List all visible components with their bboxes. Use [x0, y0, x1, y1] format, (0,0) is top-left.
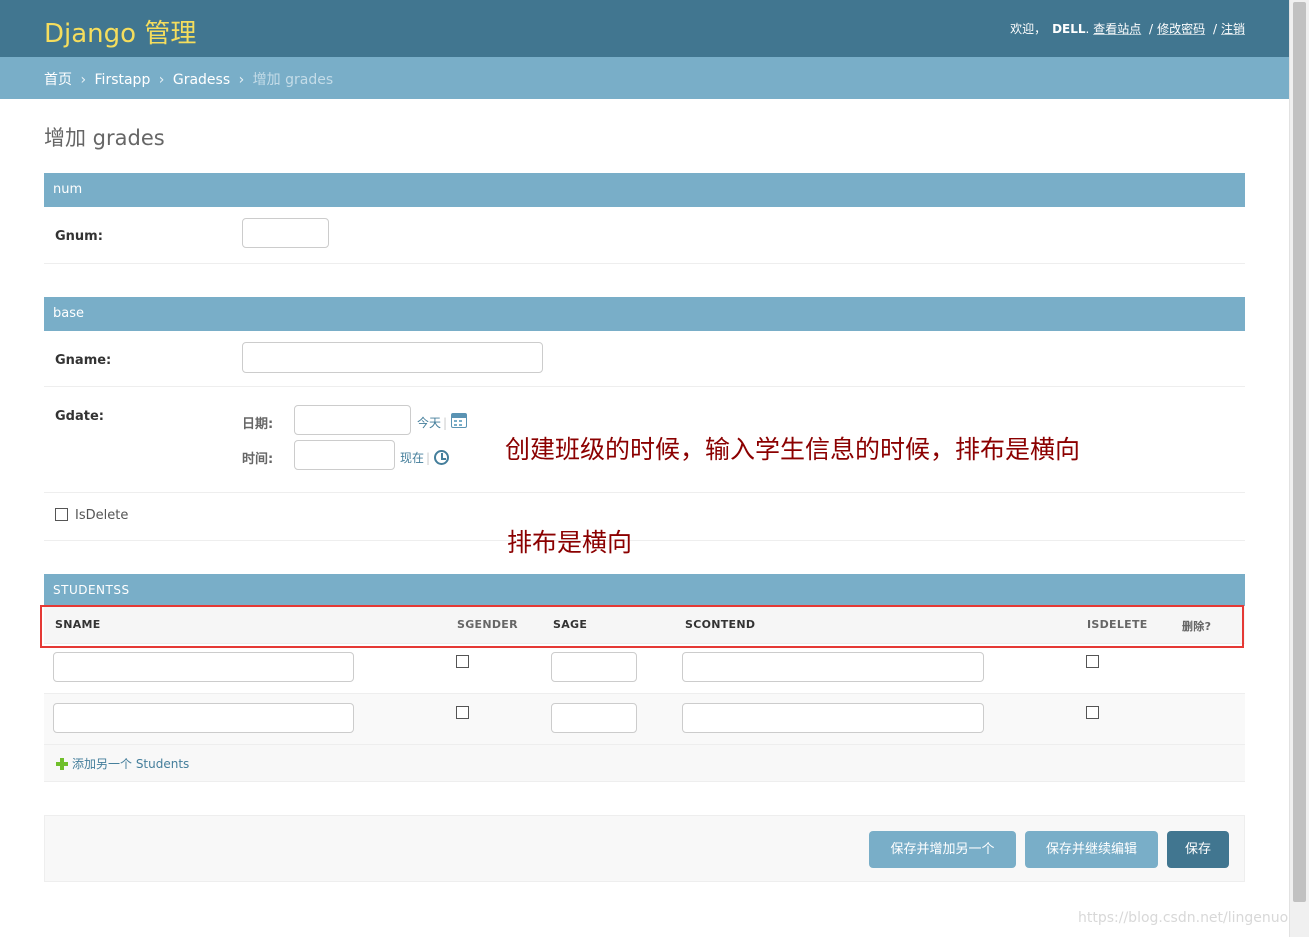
row-divider	[44, 492, 1245, 493]
watermark: https://blog.csdn.net/lingenuou	[1078, 910, 1298, 926]
save-button[interactable]: 保存	[1167, 831, 1229, 868]
breadcrumb: 首页 › Firstapp › Gradess › 增加 grades	[0, 57, 1289, 99]
time-input[interactable]	[294, 440, 395, 470]
submit-row: 保存并增加另一个 保存并继续编辑 保存	[44, 815, 1245, 882]
user-tools: 欢迎， DELL. 查看站点 / 修改密码 / 注销	[1010, 20, 1245, 37]
view-site-link[interactable]: 查看站点	[1093, 22, 1141, 36]
date-label: 日期:	[242, 417, 274, 432]
gname-label: Gname:	[55, 353, 112, 368]
annotation-secondary: 排布是横向	[507, 528, 633, 557]
table-row	[44, 643, 1245, 694]
scontend-input[interactable]	[682, 703, 984, 733]
breadcrumb-separator: ›	[238, 72, 245, 88]
shortcut-separator: |	[443, 416, 448, 430]
save-and-continue-button[interactable]: 保存并继续编辑	[1025, 831, 1158, 868]
time-label: 时间:	[242, 452, 274, 467]
site-branding[interactable]: Django 管理	[44, 13, 196, 50]
gnum-input[interactable]	[242, 218, 329, 248]
isdelete-label[interactable]: IsDelete	[75, 508, 128, 523]
scrollbar-thumb[interactable]	[1293, 2, 1306, 902]
breadcrumb-current: 增加 grades	[252, 72, 334, 88]
breadcrumb-separator: ›	[80, 72, 87, 88]
shortcut-separator: |	[426, 451, 431, 465]
gdate-label: Gdate:	[55, 409, 104, 424]
annotation-main: 创建班级的时候，输入学生信息的时候，排布是横向	[505, 435, 1081, 464]
breadcrumb-separator: ›	[158, 72, 165, 88]
inline-caption: STUDENTSS	[44, 574, 1245, 606]
breadcrumb-model[interactable]: Gradess	[173, 72, 230, 88]
welcome-text: 欢迎，	[1010, 22, 1047, 36]
sname-input[interactable]	[53, 703, 354, 733]
isdelete-row-checkbox[interactable]	[1086, 706, 1099, 719]
save-and-add-another-button[interactable]: 保存并增加另一个	[869, 831, 1016, 868]
gname-input[interactable]	[242, 342, 543, 373]
clock-icon[interactable]	[434, 450, 449, 465]
sname-input[interactable]	[53, 652, 354, 682]
add-icon[interactable]	[56, 758, 68, 770]
gnum-label: Gnum:	[55, 229, 103, 244]
sage-input[interactable]	[551, 703, 637, 733]
isdelete-checkbox[interactable]	[55, 508, 68, 521]
time-shortcuts: 现在 |	[400, 449, 432, 466]
username-suffix: .	[1085, 22, 1090, 36]
add-row: 添加另一个 Students	[44, 745, 1245, 782]
fieldset-num-caption: num	[44, 173, 1245, 207]
row-divider	[44, 263, 1245, 264]
add-another-link[interactable]: 添加另一个 Students	[72, 755, 189, 772]
breadcrumb-app[interactable]: Firstapp	[95, 72, 151, 88]
isdelete-row-checkbox[interactable]	[1086, 655, 1099, 668]
username: DELL	[1052, 22, 1086, 36]
page-title: 增加 grades	[44, 126, 165, 150]
logout-link[interactable]: 注销	[1221, 22, 1245, 36]
scrollbar[interactable]	[1289, 0, 1309, 937]
user-tools-separator: /	[1149, 22, 1154, 36]
calendar-icon[interactable]	[451, 413, 467, 428]
fieldset-base-caption: base	[44, 297, 1245, 331]
row-divider	[44, 540, 1245, 541]
sage-input[interactable]	[551, 652, 637, 682]
sgender-checkbox[interactable]	[456, 655, 469, 668]
change-password-link[interactable]: 修改密码	[1157, 22, 1205, 36]
scontend-input[interactable]	[682, 652, 984, 682]
date-input[interactable]	[294, 405, 411, 435]
highlight-box	[40, 605, 1244, 648]
admin-page: Django 管理 欢迎， DELL. 查看站点 / 修改密码 / 注销 首页 › F…	[0, 0, 1289, 937]
sgender-checkbox[interactable]	[456, 706, 469, 719]
today-link[interactable]: 今天	[417, 416, 441, 430]
header: Django 管理 欢迎， DELL. 查看站点 / 修改密码 / 注销	[0, 0, 1289, 57]
date-shortcuts: 今天 |	[417, 414, 449, 431]
row-divider	[44, 386, 1245, 387]
table-row	[44, 694, 1245, 745]
user-tools-separator: /	[1212, 22, 1217, 36]
breadcrumb-home[interactable]: 首页	[44, 72, 72, 88]
now-link[interactable]: 现在	[400, 451, 424, 465]
